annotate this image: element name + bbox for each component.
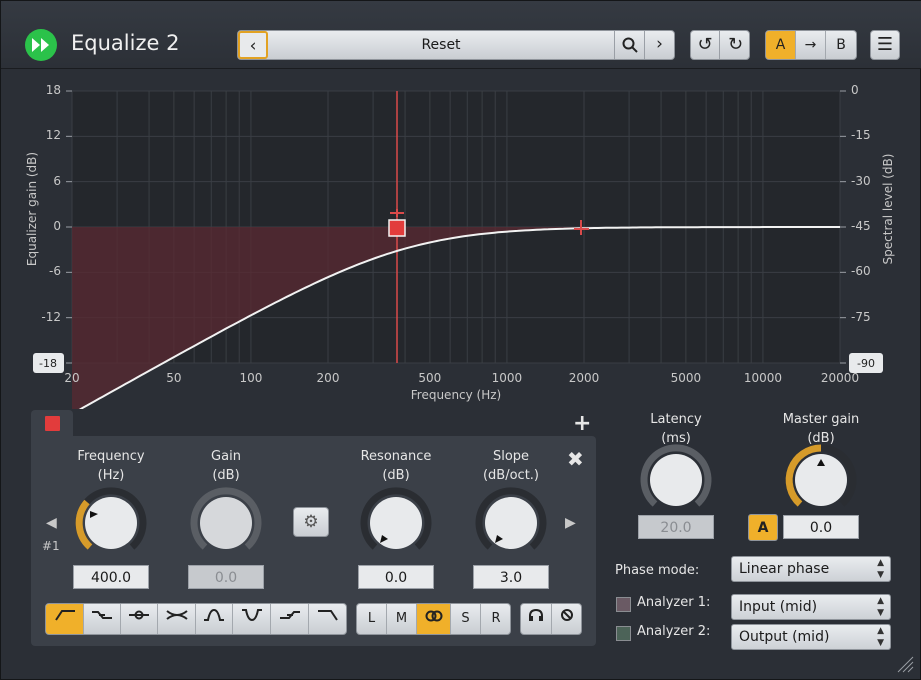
state-b-button[interactable]: B — [826, 31, 856, 59]
channel-side-button[interactable]: S — [451, 604, 481, 634]
analyzer2-select[interactable]: Output (mid) ▲ ▼ — [731, 624, 891, 650]
chevron-right-icon[interactable]: › — [644, 31, 674, 59]
analyzer1-select[interactable]: Input (mid) ▲ ▼ — [731, 594, 891, 620]
channel-mode-selector: L M S R — [356, 603, 511, 635]
filter-type-selector — [45, 603, 347, 635]
latency-value: 20.0 — [638, 515, 714, 539]
notch-icon[interactable] — [158, 604, 196, 634]
gain-tick-label: 6 — [53, 173, 61, 188]
band-handle[interactable] — [388, 219, 406, 237]
band-index: #1 — [42, 539, 60, 553]
phase-mode-label: Phase mode: — [615, 563, 700, 578]
prev-band-icon[interactable]: ◀ — [46, 515, 57, 531]
frequency-label: Frequency (Hz) — [77, 449, 145, 483]
search-icon[interactable] — [614, 31, 644, 59]
header-bar: Equalize 2 ‹ Reset › ↺ ↻ A → B ☰ — [1, 1, 921, 69]
gain-value[interactable]: 0.0 — [188, 565, 264, 589]
right-axis-label: Spectral level (dB) — [881, 153, 895, 265]
min-spectrum-label: -90 — [857, 357, 875, 370]
gear-icon[interactable]: ⚙ — [293, 507, 329, 537]
resize-grip-icon[interactable] — [894, 653, 914, 673]
analyzer2-label: Analyzer 2: — [637, 624, 711, 639]
spectrum-tick-label: -45 — [851, 219, 871, 233]
undo-icon[interactable]: ↺ — [691, 31, 720, 59]
auto-gain-button[interactable]: A — [748, 514, 778, 541]
analyzer2-swatch[interactable] — [616, 626, 631, 641]
frequency-tick-label: 1000 — [491, 371, 523, 385]
gain-tick-label: 12 — [45, 128, 61, 143]
gain-knob[interactable] — [188, 485, 264, 561]
master-gain-value[interactable]: 0.0 — [783, 515, 859, 539]
gain-tick-label: -6 — [49, 264, 61, 279]
ab-compare-group: A → B — [765, 30, 857, 60]
redo-icon[interactable]: ↻ — [721, 31, 750, 59]
band-pass-icon[interactable] — [196, 604, 233, 634]
chevron-left-icon[interactable]: ‹ — [238, 31, 268, 59]
gain-tick-label: 18 — [45, 83, 61, 97]
bypass-icon[interactable] — [552, 604, 581, 634]
frequency-tick-label: 500 — [418, 371, 442, 385]
close-icon[interactable]: ✖ — [567, 447, 584, 471]
stereo-link-icon[interactable] — [417, 604, 451, 634]
channel-right-button[interactable]: R — [481, 604, 510, 634]
gain-label: Gain (dB) — [211, 449, 241, 483]
frequency-tick-label: 50 — [166, 371, 182, 385]
arrow-right-icon[interactable]: → — [796, 31, 826, 59]
analyzer1-label: Analyzer 1: — [637, 595, 711, 610]
headphones-icon[interactable] — [521, 604, 552, 634]
band-listen-bypass — [520, 603, 582, 635]
next-band-icon[interactable]: ▶ — [565, 515, 576, 531]
equalizer-plugin-window: Equalize 2 ‹ Reset › ↺ ↻ A → B ☰ -18 -90… — [0, 0, 921, 680]
band-stop-icon[interactable] — [233, 604, 271, 634]
add-band-icon[interactable]: + — [573, 411, 591, 436]
left-axis-label: Equalizer gain (dB) — [25, 151, 39, 267]
frequency-tick-label: 20000 — [820, 371, 860, 385]
frequency-tick-label: 2000 — [568, 371, 600, 385]
slope-knob[interactable] — [473, 485, 549, 561]
spectrum-tick-label: -60 — [851, 264, 871, 279]
frequency-tick-label: 20 — [64, 371, 80, 385]
band-tab[interactable] — [31, 410, 73, 437]
frequency-tick-label: 200 — [316, 371, 340, 385]
band-color-icon — [45, 416, 60, 431]
undo-redo-group: ↺ ↻ — [690, 30, 750, 60]
x-axis-label: Frequency (Hz) — [410, 388, 502, 402]
spectrum-tick-label: 0 — [851, 83, 859, 97]
low-pass-icon[interactable] — [309, 604, 346, 634]
analyzer1-swatch[interactable] — [616, 597, 631, 612]
spectrum-tick-label: -15 — [851, 128, 871, 143]
gain-tick-label: 0 — [53, 219, 61, 233]
hamburger-icon[interactable]: ☰ — [870, 30, 900, 60]
channel-left-button[interactable]: L — [357, 604, 387, 634]
master-gain-knob[interactable] — [783, 442, 859, 518]
state-a-button[interactable]: A — [766, 31, 796, 59]
channel-mid-button[interactable]: M — [387, 604, 417, 634]
high-pass-icon[interactable] — [46, 604, 84, 634]
gain-tick-label: -12 — [41, 309, 61, 324]
preset-name[interactable]: Reset — [270, 31, 612, 59]
preset-selector[interactable]: ‹ Reset › — [237, 30, 675, 60]
low-shelf-icon[interactable] — [84, 604, 121, 634]
frequency-tick-label: 100 — [239, 371, 263, 385]
frequency-knob[interactable] — [73, 485, 149, 561]
app-title: Equalize 2 — [71, 31, 180, 55]
high-shelf-icon[interactable] — [271, 604, 309, 634]
latency-knob — [640, 444, 712, 507]
frequency-tick-label: 5000 — [670, 371, 702, 385]
resonance-knob[interactable] — [358, 485, 434, 561]
resonance-label: Resonance (dB) — [360, 449, 432, 483]
slope-value[interactable]: 3.0 — [473, 565, 549, 589]
eq-graph[interactable]: -18 -90 — [1, 69, 921, 409]
slope-label: Slope (dB/oct.) — [482, 449, 540, 483]
frequency-value[interactable]: 400.0 — [73, 565, 149, 589]
play-forward-icon[interactable] — [25, 29, 57, 61]
resonance-value[interactable]: 0.0 — [358, 565, 434, 589]
peak-icon[interactable] — [121, 604, 158, 634]
frequency-tick-label: 10000 — [743, 371, 783, 385]
phase-mode-select[interactable]: Linear phase ▲ ▼ — [731, 556, 891, 582]
spectrum-tick-label: -30 — [851, 173, 871, 188]
min-gain-label: -18 — [39, 357, 57, 370]
spectrum-tick-label: -75 — [851, 309, 871, 324]
